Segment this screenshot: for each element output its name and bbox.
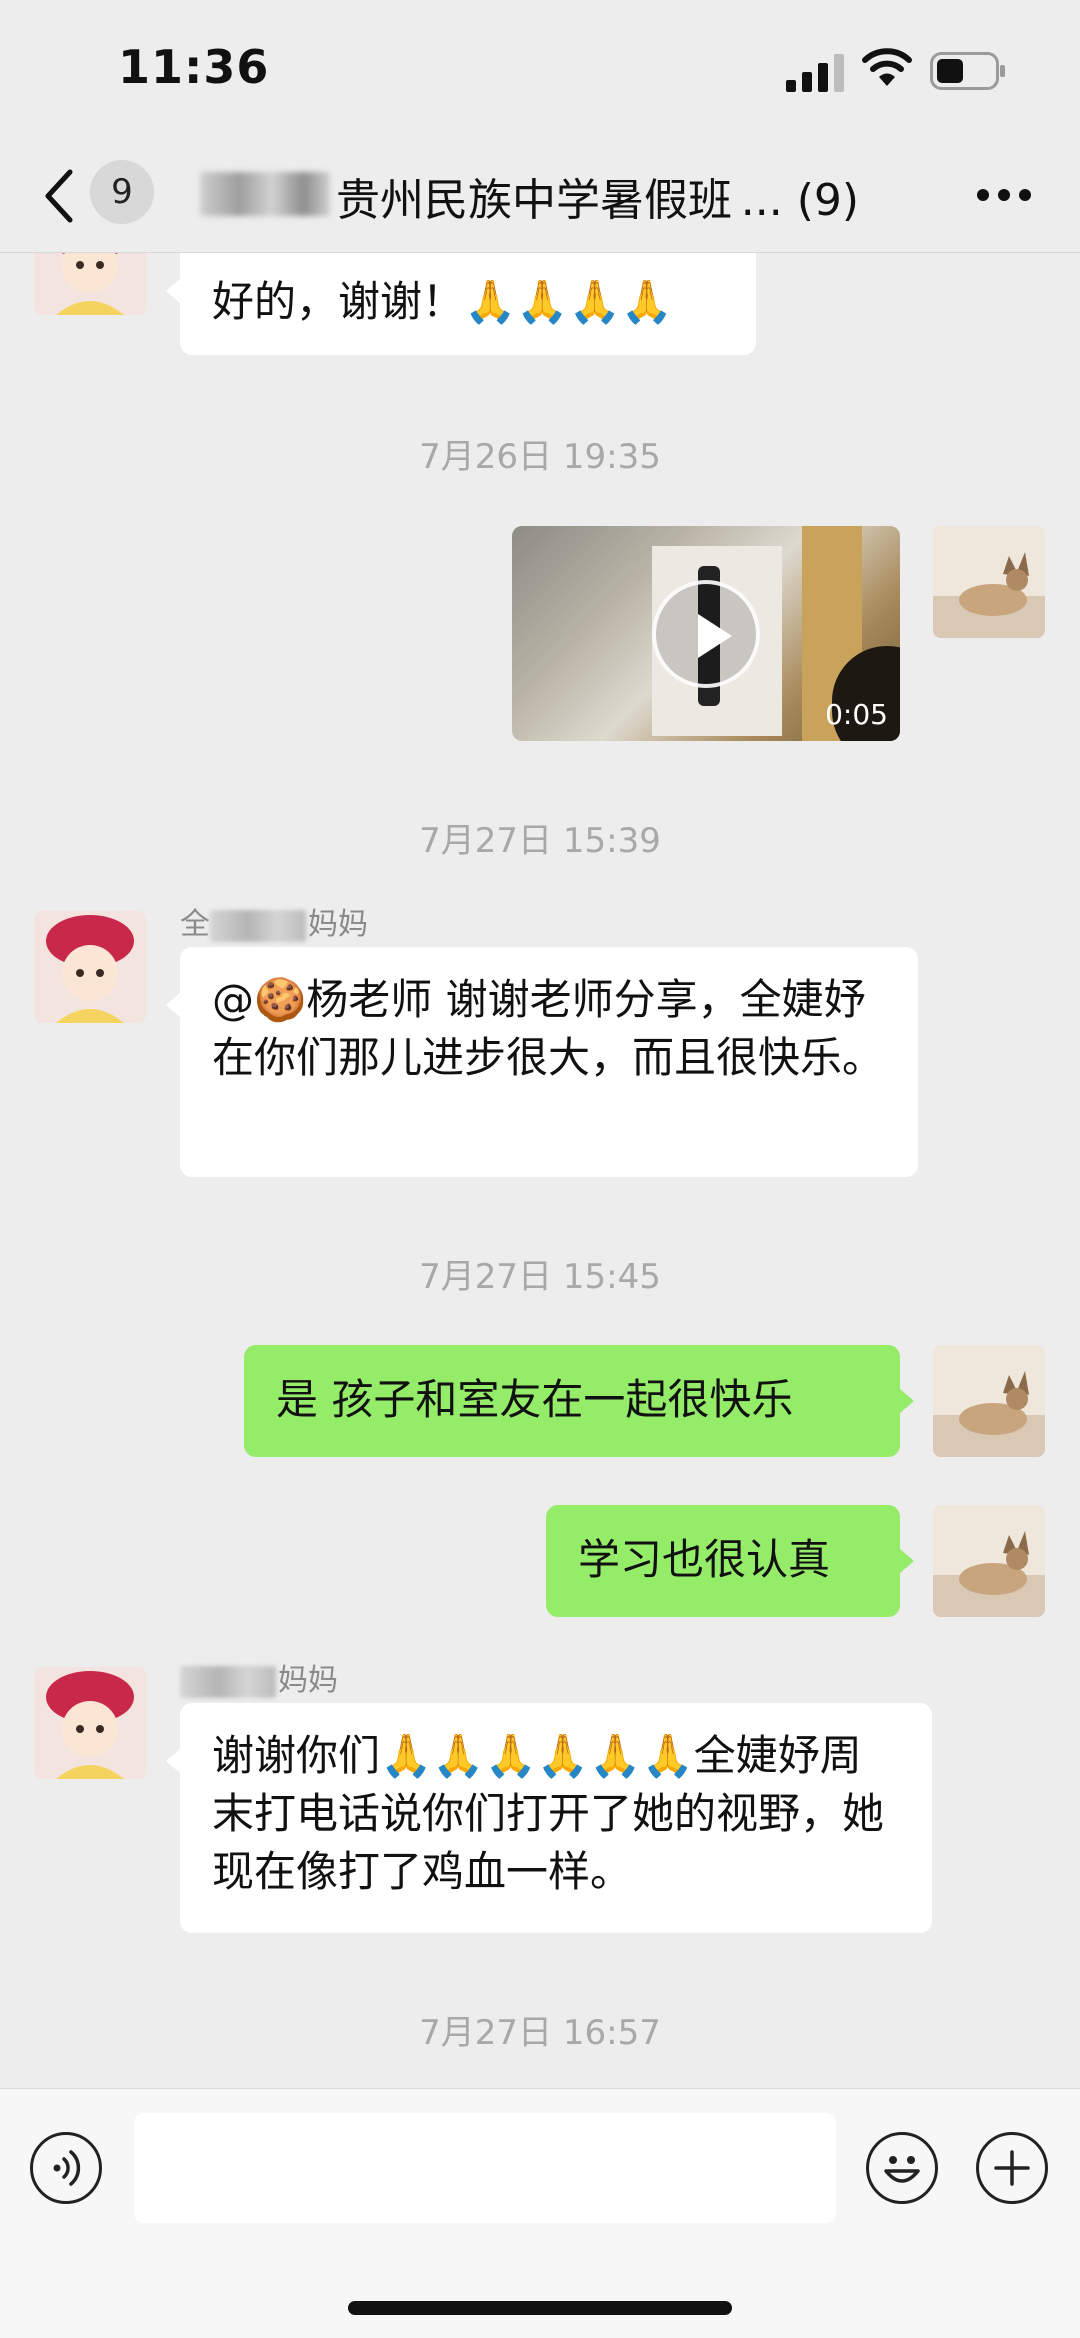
timestamp: 7月26日 19:35 [419,437,661,477]
sender-name-suffix: 妈妈 [278,1663,338,1698]
video-duration: 0:05 [825,698,888,731]
signal-icon [786,54,844,92]
avatar-self[interactable] [933,1345,1045,1457]
sender-name: 妈妈 [180,1655,338,1699]
avatar[interactable] [34,911,146,1023]
message-text: 好的，谢谢！🙏🙏🙏🙏 [212,277,674,326]
timestamp: 7月27日 15:39 [419,821,661,861]
blurred-name [210,909,306,942]
video-message[interactable]: 0:05 [512,526,900,741]
sender-name: 全 妈妈 [180,899,368,943]
status-bar: 11:36 [0,0,1080,140]
bubble-tail [900,1549,914,1573]
message-bubble[interactable]: @🍪杨老师 谢谢老师分享，全婕妤在你们那儿进步很大，而且很快乐。 [180,947,918,1177]
battery-icon [930,52,1005,90]
emoji-icon[interactable] [866,2132,938,2204]
chat-title[interactable]: 贵州民族中学暑假班 ... (9) [336,164,859,228]
blurred-name [200,172,330,216]
sender-name-suffix: 妈妈 [308,907,368,942]
plus-icon[interactable] [976,2132,1048,2204]
timestamp: 7月27日 15:45 [419,1257,661,1297]
unread-count-badge[interactable]: 9 [90,160,154,224]
blurred-name [180,1665,276,1698]
chevron-left-icon[interactable] [40,166,76,226]
message-bubble[interactable]: 谢谢你们🙏🙏🙏🙏🙏🙏全婕妤周末打电话说你们打开了她的视野，她现在像打了鸡血一样。 [180,1703,932,1933]
message-text: 是 孩子和室友在一起很快乐 [276,1375,794,1424]
message-bubble[interactable]: 好的，谢谢！🙏🙏🙏🙏 [180,253,756,355]
play-icon[interactable] [652,580,760,688]
more-dots-icon[interactable] [976,188,1032,202]
bubble-tail [166,1749,180,1773]
home-indicator[interactable] [348,2301,732,2315]
avatar-self[interactable] [933,1505,1045,1617]
avatar-self[interactable] [933,526,1045,638]
message-bubble[interactable]: 学习也很认真 [546,1505,900,1617]
message-text: 学习也很认真 [578,1535,831,1584]
avatar[interactable] [34,1667,146,1779]
chat-header: 9 贵州民族中学暑假班 ... (9) [0,140,1080,253]
wifi-icon [862,48,912,86]
mention[interactable]: @🍪杨老师 [212,975,432,1024]
avatar[interactable] [34,253,146,315]
timestamp: 7月27日 16:57 [419,2013,661,2053]
message-bubble[interactable]: 是 孩子和室友在一起很快乐 [244,1345,900,1457]
bubble-tail [166,993,180,1017]
message-input[interactable] [134,2113,836,2223]
sender-name-prefix: 全 [180,907,210,942]
bubble-tail [166,279,180,303]
input-bar [0,2088,1080,2338]
message-list[interactable]: 好的，谢谢！🙏🙏🙏🙏 7月26日 19:35 0:05 7月27日 15:39 [0,253,1080,2088]
message-text: 谢谢你们🙏🙏🙏🙏🙏🙏全婕妤周末打电话说你们打开了她的视野，她现在像打了鸡血一样。 [212,1731,885,1896]
bubble-tail [900,1389,914,1413]
voice-icon[interactable] [30,2132,102,2204]
status-time: 11:36 [118,40,270,94]
